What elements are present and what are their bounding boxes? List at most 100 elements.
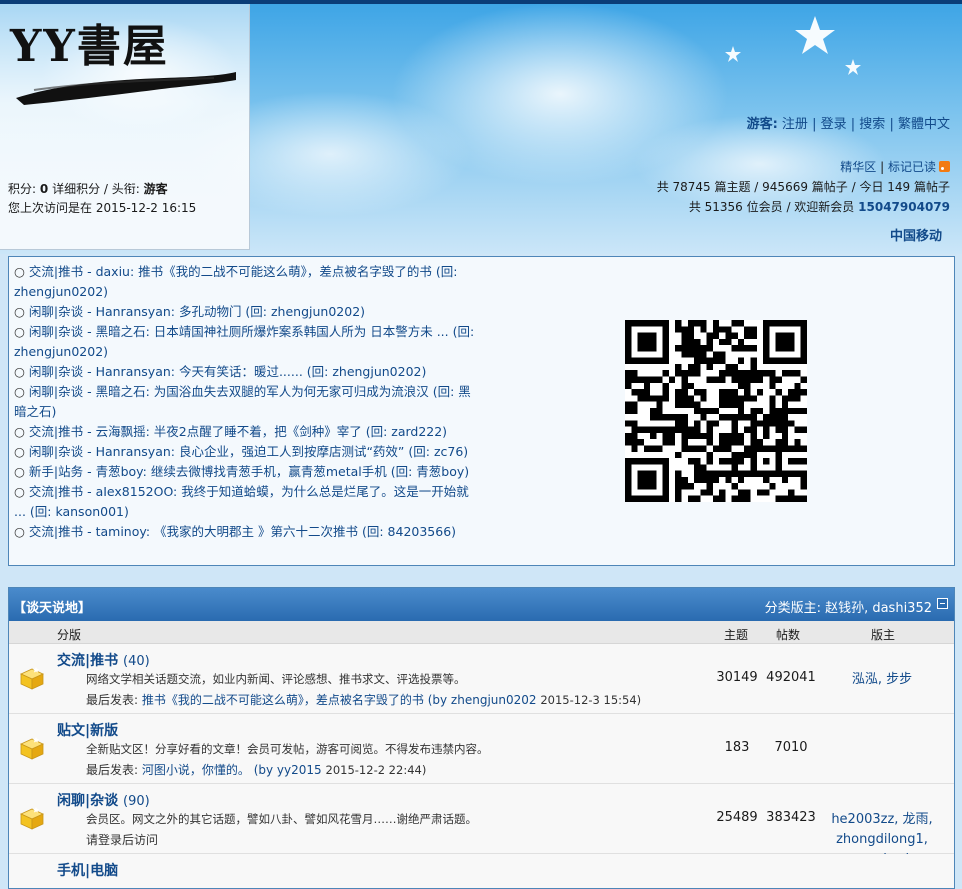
mark-read-link[interactable]: 标记已读	[888, 160, 936, 174]
hot-topic-text[interactable]: - taminoy: 《我家的大明郡主 》第六十二次推书 (回: 8420356…	[87, 524, 456, 539]
board-description: 全新贴文区！分享好看的文章！会员可发帖，游客可阅览。不得发布违禁内容。	[86, 742, 489, 756]
last-visit: 您上次访问是在 2015-12-2 16:15	[8, 201, 197, 215]
points-label: 积分:	[8, 182, 37, 196]
hot-topics-panel: ○ 交流|推书 - daxiu: 推书《我的二战不可能这么萌》，差点被名字毁了的…	[8, 256, 955, 566]
bullet-icon: ○	[14, 484, 29, 499]
folder-icon	[20, 807, 44, 830]
hot-topic-category[interactable]: 闲聊|杂谈	[29, 384, 83, 399]
last-post: 请登录后访问	[86, 831, 158, 848]
section-title[interactable]: 【谈天说地】	[13, 597, 91, 616]
section-header: 【谈天说地】 分类版主: 赵钱孙, dashi352	[9, 588, 954, 621]
bullet-icon: ○	[14, 264, 29, 279]
hot-topic-category[interactable]: 新手|站务	[29, 464, 83, 479]
stats-separator: |	[880, 160, 885, 174]
hot-topic-category[interactable]: 交流|推书	[29, 264, 83, 279]
last-post-title-link[interactable]: 河图小说，你懂的。	[142, 763, 250, 777]
bullet-icon: ○	[14, 304, 29, 319]
last-post-author[interactable]: (by yy2015	[254, 763, 322, 777]
board-post-count: 7010	[774, 740, 808, 755]
board-today-count: (40)	[123, 654, 150, 669]
board-post-count: 383423	[766, 810, 816, 825]
forum-section: 【谈天说地】 分类版主: 赵钱孙, dashi352 分版 主题 帖数 版主 交…	[8, 587, 955, 889]
last-post-label: 最后发表:	[86, 763, 139, 777]
hot-topic-text[interactable]: - Hanransyan: 今天有笑话：暖过...... (回: zhengju…	[87, 364, 426, 379]
hot-topic-item[interactable]: ○ 交流|推书 - taminoy: 《我家的大明郡主 》第六十二次推书 (回:…	[14, 522, 476, 542]
column-header: 分版 主题 帖数 版主	[9, 621, 954, 644]
hot-topic-item[interactable]: ○ 闲聊|杂谈 - 黑暗之石: 日本靖国神社厕所爆炸案系韩国人所为 日本警方未 …	[14, 322, 476, 362]
hot-topic-text[interactable]: - 黑暗之石: 日本靖国神社厕所爆炸案系韩国人所为 日本警方未 ... (回: …	[14, 324, 474, 359]
last-post-label: 请登录后访问	[86, 833, 159, 847]
board-topic-count: 25489	[716, 810, 758, 825]
hot-topic-text[interactable]: - 青葱boy: 继续去微博找青葱手机，赢青葱metal手机 (回: 青葱boy…	[87, 464, 469, 479]
nav-separator: |	[812, 117, 817, 132]
rss-icon[interactable]	[939, 161, 950, 172]
hot-topic-item[interactable]: ○ 闲聊|杂谈 - Hanransyan: 今天有笑话：暖过...... (回:…	[14, 362, 476, 382]
last-post-time: 2015-12-2 22:44)	[325, 763, 427, 777]
board-topic-count: 183	[724, 740, 750, 755]
bullet-icon: ○	[14, 384, 29, 399]
hot-topic-text[interactable]: - 云海飘摇: 半夜2点醒了睡不着，把《剑种》宰了 (回: zard222)	[87, 424, 447, 439]
hot-topic-item[interactable]: ○ 闲聊|杂谈 - Hanransyan: 多孔动物门 (回: zhengjun…	[14, 302, 476, 322]
carrier-label: 中国移动	[889, 229, 942, 244]
hot-topic-text[interactable]: - Hanransyan: 多孔动物门 (回: zhengjun0202)	[87, 304, 365, 319]
hot-topic-category[interactable]: 闲聊|杂谈	[29, 324, 83, 339]
site-stats: 精华区 | 标记已读 共 78745 篇主题 / 945669 篇帖子 / 今日…	[657, 157, 950, 217]
login-link[interactable]: 登录	[821, 117, 847, 132]
hot-topic-category[interactable]: 交流|推书	[29, 484, 83, 499]
last-post: 最后发表: 推书《我的二战不可能这么萌》，差点被名字毁了的书 (by zheng…	[86, 691, 641, 708]
hot-topic-category[interactable]: 交流|推书	[29, 424, 83, 439]
board-moderators[interactable]: 泓泓, 步步	[817, 670, 947, 690]
board-topic-count: 30149	[716, 670, 758, 685]
guest-label: 游客:	[746, 117, 778, 132]
user-info: 积分: 0 详细积分 / 头衔: 游客 您上次访问是在 2015-12-2 16…	[8, 180, 196, 218]
title-value: 游客	[143, 182, 168, 196]
hot-topic-text[interactable]: - 黑暗之石: 为国浴血失去双腿的军人为何无家可归成为流浪汉 (回: 黑暗之石)	[14, 384, 471, 419]
board-row: 手机|电脑	[9, 854, 954, 888]
traditional-chinese-link[interactable]: 繁體中文	[898, 117, 950, 132]
hot-topic-item[interactable]: ○ 交流|推书 - daxiu: 推书《我的二战不可能这么萌》，差点被名字毁了的…	[14, 262, 476, 302]
last-post: 最后发表: 河图小说，你懂的。 (by yy2015 2015-12-2 22:…	[86, 761, 426, 778]
title-label: / 头衔:	[103, 182, 140, 196]
board-row: 交流|推书 (40) 网络文学相关话题交流，如业内新闻、评论感想、推书求文、评选投…	[9, 644, 954, 714]
register-link[interactable]: 注册	[782, 117, 808, 132]
bullet-icon: ○	[14, 424, 29, 439]
site-logo[interactable]: YY書屋	[10, 10, 169, 74]
bullet-icon: ○	[14, 464, 29, 479]
board-row: 贴文|新版 全新贴文区！分享好看的文章！会员可发帖，游客可阅览。不得发布违禁内容…	[9, 714, 954, 784]
col-topics: 主题	[724, 628, 749, 642]
board-name-link[interactable]: 交流|推书	[57, 653, 118, 669]
bullet-icon: ○	[14, 444, 29, 459]
col-board: 分版	[57, 628, 82, 642]
nav-separator: |	[889, 117, 894, 132]
hot-topic-text[interactable]: - Hanransyan: 良心企业，强迫工人到按摩店测试“药效” (回: zc…	[87, 444, 468, 459]
folder-icon	[20, 737, 44, 760]
hot-topic-category[interactable]: 闲聊|杂谈	[29, 304, 83, 319]
points-value: 0	[39, 182, 49, 196]
new-member-link[interactable]: 15047904079	[858, 200, 950, 214]
stats-line-topics: 共 78745 篇主题 / 945669 篇帖子 / 今日 149 篇帖子	[656, 180, 950, 194]
hot-topic-item[interactable]: ○ 交流|推书 - aIex8152OO: 我终于知道蛤蟆，为什么总是烂尾了。这…	[14, 482, 476, 522]
hot-topic-item[interactable]: ○ 新手|站务 - 青葱boy: 继续去微博找青葱手机，赢青葱metal手机 (…	[14, 462, 476, 482]
brush-stroke-logo	[16, 72, 236, 105]
last-post-author[interactable]: (by zhengjun0202	[428, 693, 537, 707]
collapse-icon[interactable]	[937, 598, 948, 609]
board-name-link[interactable]: 贴文|新版	[57, 723, 118, 739]
search-link[interactable]: 搜索	[859, 117, 885, 132]
hot-topic-item[interactable]: ○ 闲聊|杂谈 - 黑暗之石: 为国浴血失去双腿的军人为何无家可归成为流浪汉 (…	[14, 382, 476, 422]
hot-topic-item[interactable]: ○ 闲聊|杂谈 - Hanransyan: 良心企业，强迫工人到按摩店测试“药效…	[14, 442, 476, 462]
hot-topic-text[interactable]: - aIex8152OO: 我终于知道蛤蟆，为什么总是烂尾了。这是一开始就 ..…	[14, 484, 469, 519]
hot-topic-category[interactable]: 交流|推书	[29, 524, 83, 539]
bullet-icon: ○	[14, 324, 29, 339]
board-name-link[interactable]: 手机|电脑	[57, 863, 118, 879]
board-today-count: (90)	[123, 794, 150, 809]
hot-topic-item[interactable]: ○ 交流|推书 - 云海飘摇: 半夜2点醒了睡不着，把《剑种》宰了 (回: za…	[14, 422, 476, 442]
last-post-title-link[interactable]: 推书《我的二战不可能这么萌》，差点被名字毁了的书	[142, 693, 424, 707]
star-decoration-icon	[725, 16, 861, 75]
digest-link[interactable]: 精华区	[840, 160, 876, 174]
hot-topic-category[interactable]: 闲聊|杂谈	[29, 444, 83, 459]
qr-code	[625, 320, 807, 502]
detail-points-link[interactable]: 详细积分	[52, 182, 100, 196]
hot-topic-category[interactable]: 闲聊|杂谈	[29, 364, 83, 379]
top-nav: 游客: 注册 | 登录 | 搜索 | 繁體中文	[747, 113, 950, 132]
board-name-link[interactable]: 闲聊|杂谈	[57, 793, 118, 809]
